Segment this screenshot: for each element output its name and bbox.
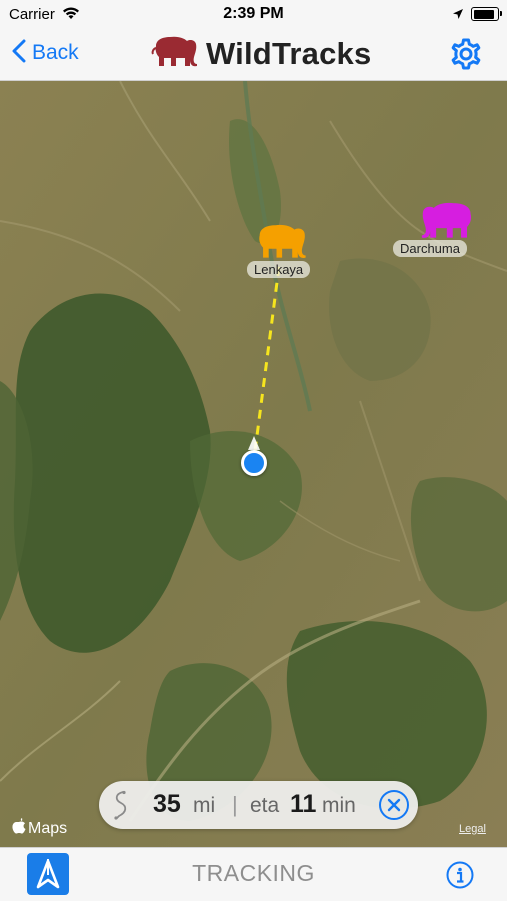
user-location-dot [241,450,267,476]
legal-link[interactable]: Legal [459,823,486,835]
marker-label-darchuma: Darchuma [393,240,467,257]
route-icon [111,790,131,825]
chevron-left-icon [12,39,26,68]
app-title: WildTracks [206,36,372,71]
status-bar: Carrier 2:39 PM [0,0,507,28]
distance-value: 35 [153,790,181,818]
apple-logo-icon [12,818,26,839]
close-circle-icon[interactable] [378,789,410,821]
back-label: Back [32,41,79,64]
back-button[interactable]: Back [12,38,79,68]
maps-label: Maps [28,819,68,837]
eta-unit: min [322,794,356,817]
route-info-pill: 35 mi | eta 11 min [99,781,418,829]
battery-icon [471,7,502,21]
elephant-icon [259,224,306,258]
eta-label: eta [250,794,280,817]
app-brand: WildTracks [150,34,371,74]
satellite-map[interactable]: Lenkaya Darchuma Maps Legal [0,81,507,847]
info-icon[interactable] [446,861,474,889]
elephant-marker-darchuma[interactable] [418,202,478,245]
elephant-icon [421,202,472,238]
bottom-toolbar: TRACKING [0,847,507,901]
clock: 2:39 PM [223,5,284,22]
separator: | [232,792,238,817]
distance-unit: mi [193,794,216,817]
mode-label: TRACKING [192,860,315,886]
elephant-marker-lenkaya[interactable] [253,223,309,266]
maps-attribution[interactable]: Maps [12,818,67,839]
gear-icon[interactable] [448,36,484,72]
location-arrow-icon [452,7,464,25]
eta-value: 11 [290,790,317,818]
marker-label-lenkaya: Lenkaya [247,261,311,278]
navigation-bar: Back WildTracks [0,28,507,81]
elephant-logo-icon [150,36,200,73]
